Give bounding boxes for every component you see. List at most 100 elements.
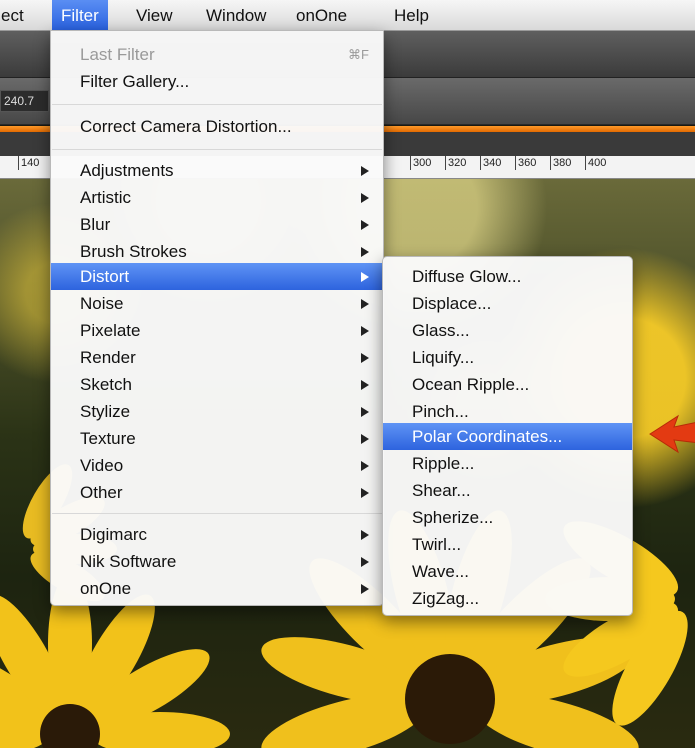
ruler-tick: 320: [445, 156, 466, 170]
menu-item-digimarc[interactable]: Digimarc: [51, 521, 383, 548]
menu-item-label: Digimarc: [80, 525, 148, 544]
menu-item-adjustments[interactable]: Adjustments: [51, 157, 383, 184]
menu-item-pinch[interactable]: Pinch...: [383, 398, 632, 425]
submenu-arrow-icon: [361, 272, 369, 282]
menu-item-pixelate[interactable]: Pixelate: [51, 317, 383, 344]
menu-item-last-filter: Last Filter ⌘F: [51, 41, 383, 68]
menu-item-diffuse-glow[interactable]: Diffuse Glow...: [383, 263, 632, 290]
ruler-tick: 380: [550, 156, 571, 170]
ruler-tick: 340: [480, 156, 501, 170]
menu-item-nik-software[interactable]: Nik Software: [51, 548, 383, 575]
submenu-arrow-icon: [361, 220, 369, 230]
menu-item-other[interactable]: Other: [51, 479, 383, 506]
submenu-arrow-icon: [361, 299, 369, 309]
menu-item-label: Texture: [80, 429, 136, 448]
menu-bar: ect Filter View Window onOne Help: [0, 0, 695, 31]
menu-item-label: Other: [80, 483, 123, 502]
menu-item-liquify[interactable]: Liquify...: [383, 344, 632, 371]
menu-item-label: Adjustments: [80, 161, 174, 180]
menu-item-twirl[interactable]: Twirl...: [383, 531, 632, 558]
menu-item-label: Distort: [80, 267, 130, 286]
menu-view[interactable]: View: [127, 0, 182, 30]
menu-separator: [52, 104, 382, 105]
menu-item-displace[interactable]: Displace...: [383, 290, 632, 317]
submenu-arrow-icon: [361, 353, 369, 363]
submenu-arrow-icon: [361, 434, 369, 444]
submenu-arrow-icon: [361, 584, 369, 594]
menu-item-label: Displace...: [412, 294, 492, 313]
menu-item-label: Liquify...: [412, 348, 475, 367]
menu-item-label: Sketch: [80, 375, 132, 394]
coordinate-readout: 240.7: [0, 90, 49, 112]
submenu-arrow-icon: [361, 407, 369, 417]
menu-item-label: Render: [80, 348, 136, 367]
menu-item-label: Ocean Ripple...: [412, 375, 530, 394]
ruler-tick: 300: [410, 156, 431, 170]
menu-item-label: Correct Camera Distortion...: [80, 117, 292, 136]
menu-item-label: Polar Coordinates...: [412, 427, 563, 446]
menu-item-correct-camera-distortion[interactable]: Correct Camera Distortion...: [51, 113, 383, 140]
menu-item-texture[interactable]: Texture: [51, 425, 383, 452]
menu-separator: [52, 149, 382, 150]
menu-item-label: onOne: [80, 579, 132, 598]
menu-help[interactable]: Help: [385, 0, 438, 30]
menu-item-label: Shear...: [412, 481, 471, 500]
menu-item-ripple[interactable]: Ripple...: [383, 450, 632, 477]
menu-item-label: Pixelate: [80, 321, 141, 340]
menu-item-filter-gallery[interactable]: Filter Gallery...: [51, 68, 383, 95]
menu-item-label: Diffuse Glow...: [412, 267, 522, 286]
distort-submenu: Diffuse Glow... Displace... Glass... Liq…: [382, 256, 633, 616]
menu-item-spherize[interactable]: Spherize...: [383, 504, 632, 531]
menu-item-label: Filter Gallery...: [80, 72, 190, 91]
menu-item-polar-coordinates[interactable]: Polar Coordinates...: [383, 423, 632, 450]
menu-item-video[interactable]: Video: [51, 452, 383, 479]
menu-select[interactable]: ect: [0, 0, 33, 30]
menu-item-glass[interactable]: Glass...: [383, 317, 632, 344]
menu-item-sketch[interactable]: Sketch: [51, 371, 383, 398]
menu-item-label: Noise: [80, 294, 124, 313]
menu-item-render[interactable]: Render: [51, 344, 383, 371]
menu-separator: [52, 513, 382, 514]
menu-item-label: Spherize...: [412, 508, 494, 527]
menu-item-onone[interactable]: onOne: [51, 575, 383, 602]
menu-item-blur[interactable]: Blur: [51, 211, 383, 238]
ruler-tick: 360: [515, 156, 536, 170]
menu-item-label: Wave...: [412, 562, 469, 581]
menu-item-label: ZigZag...: [412, 589, 480, 608]
menu-item-noise[interactable]: Noise: [51, 290, 383, 317]
ruler-tick: 140: [18, 156, 39, 170]
submenu-arrow-icon: [361, 557, 369, 567]
menu-item-label: Video: [80, 456, 124, 475]
submenu-arrow-icon: [361, 326, 369, 336]
menu-item-label: Stylize: [80, 402, 131, 421]
submenu-arrow-icon: [361, 247, 369, 257]
menu-item-label: Brush Strokes: [80, 242, 187, 261]
menu-item-wave[interactable]: Wave...: [383, 558, 632, 585]
menu-item-zigzag[interactable]: ZigZag...: [383, 585, 632, 612]
menu-onone[interactable]: onOne: [287, 0, 356, 30]
menu-filter[interactable]: Filter: [52, 0, 108, 30]
ruler-tick: 400: [585, 156, 606, 170]
submenu-arrow-icon: [361, 461, 369, 471]
menu-item-stylize[interactable]: Stylize: [51, 398, 383, 425]
submenu-arrow-icon: [361, 193, 369, 203]
red-arrow-icon: [649, 414, 695, 454]
menu-item-label: Last Filter: [80, 45, 155, 64]
menu-item-ocean-ripple[interactable]: Ocean Ripple...: [383, 371, 632, 398]
menu-item-label: Ripple...: [412, 454, 475, 473]
menu-item-label: Pinch...: [412, 402, 469, 421]
submenu-arrow-icon: [361, 380, 369, 390]
menu-item-label: Glass...: [412, 321, 470, 340]
menu-item-label: Twirl...: [412, 535, 462, 554]
menu-item-brush-strokes[interactable]: Brush Strokes: [51, 238, 383, 265]
menu-item-shear[interactable]: Shear...: [383, 477, 632, 504]
menu-item-distort[interactable]: Distort: [51, 263, 383, 290]
menu-item-label: Artistic: [80, 188, 131, 207]
menu-item-artistic[interactable]: Artistic: [51, 184, 383, 211]
submenu-arrow-icon: [361, 166, 369, 176]
menu-item-label: Nik Software: [80, 552, 177, 571]
menu-item-label: Blur: [80, 215, 111, 234]
submenu-arrow-icon: [361, 530, 369, 540]
menu-window[interactable]: Window: [197, 0, 275, 30]
filter-menu: Last Filter ⌘F Filter Gallery... Correct…: [50, 30, 384, 606]
